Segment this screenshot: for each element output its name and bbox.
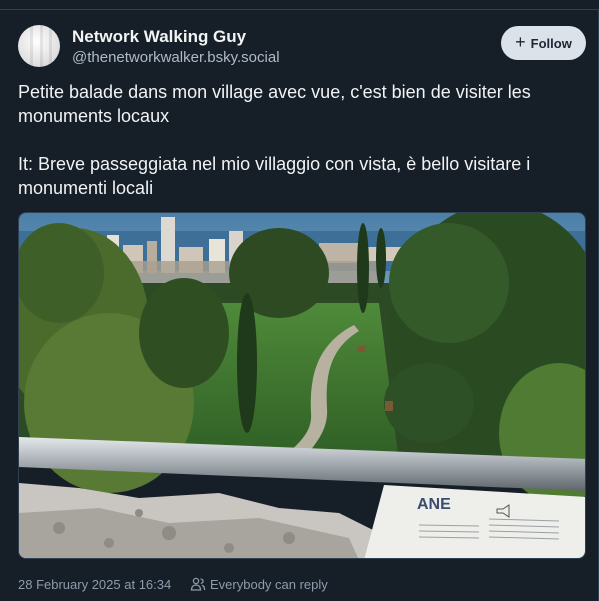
landscape-photo: ANE	[19, 213, 585, 558]
plus-icon: +	[515, 32, 526, 52]
post-divider	[0, 9, 599, 10]
post-timestamp[interactable]: 28 February 2025 at 16:34	[18, 577, 171, 592]
author-handle[interactable]: @thenetworkwalker.bsky.social	[72, 49, 280, 66]
post-text: Petite balade dans mon village avec vue,…	[18, 82, 531, 198]
author-display-name[interactable]: Network Walking Guy	[72, 27, 246, 47]
post-image[interactable]: ANE	[18, 212, 586, 559]
sign-text: ANE	[417, 496, 451, 513]
follow-button[interactable]: + Follow	[501, 26, 586, 60]
reply-setting[interactable]: Everybody can reply	[210, 577, 328, 592]
avatar[interactable]	[18, 25, 60, 67]
people-icon	[190, 577, 206, 591]
follow-button-label: Follow	[530, 35, 572, 51]
